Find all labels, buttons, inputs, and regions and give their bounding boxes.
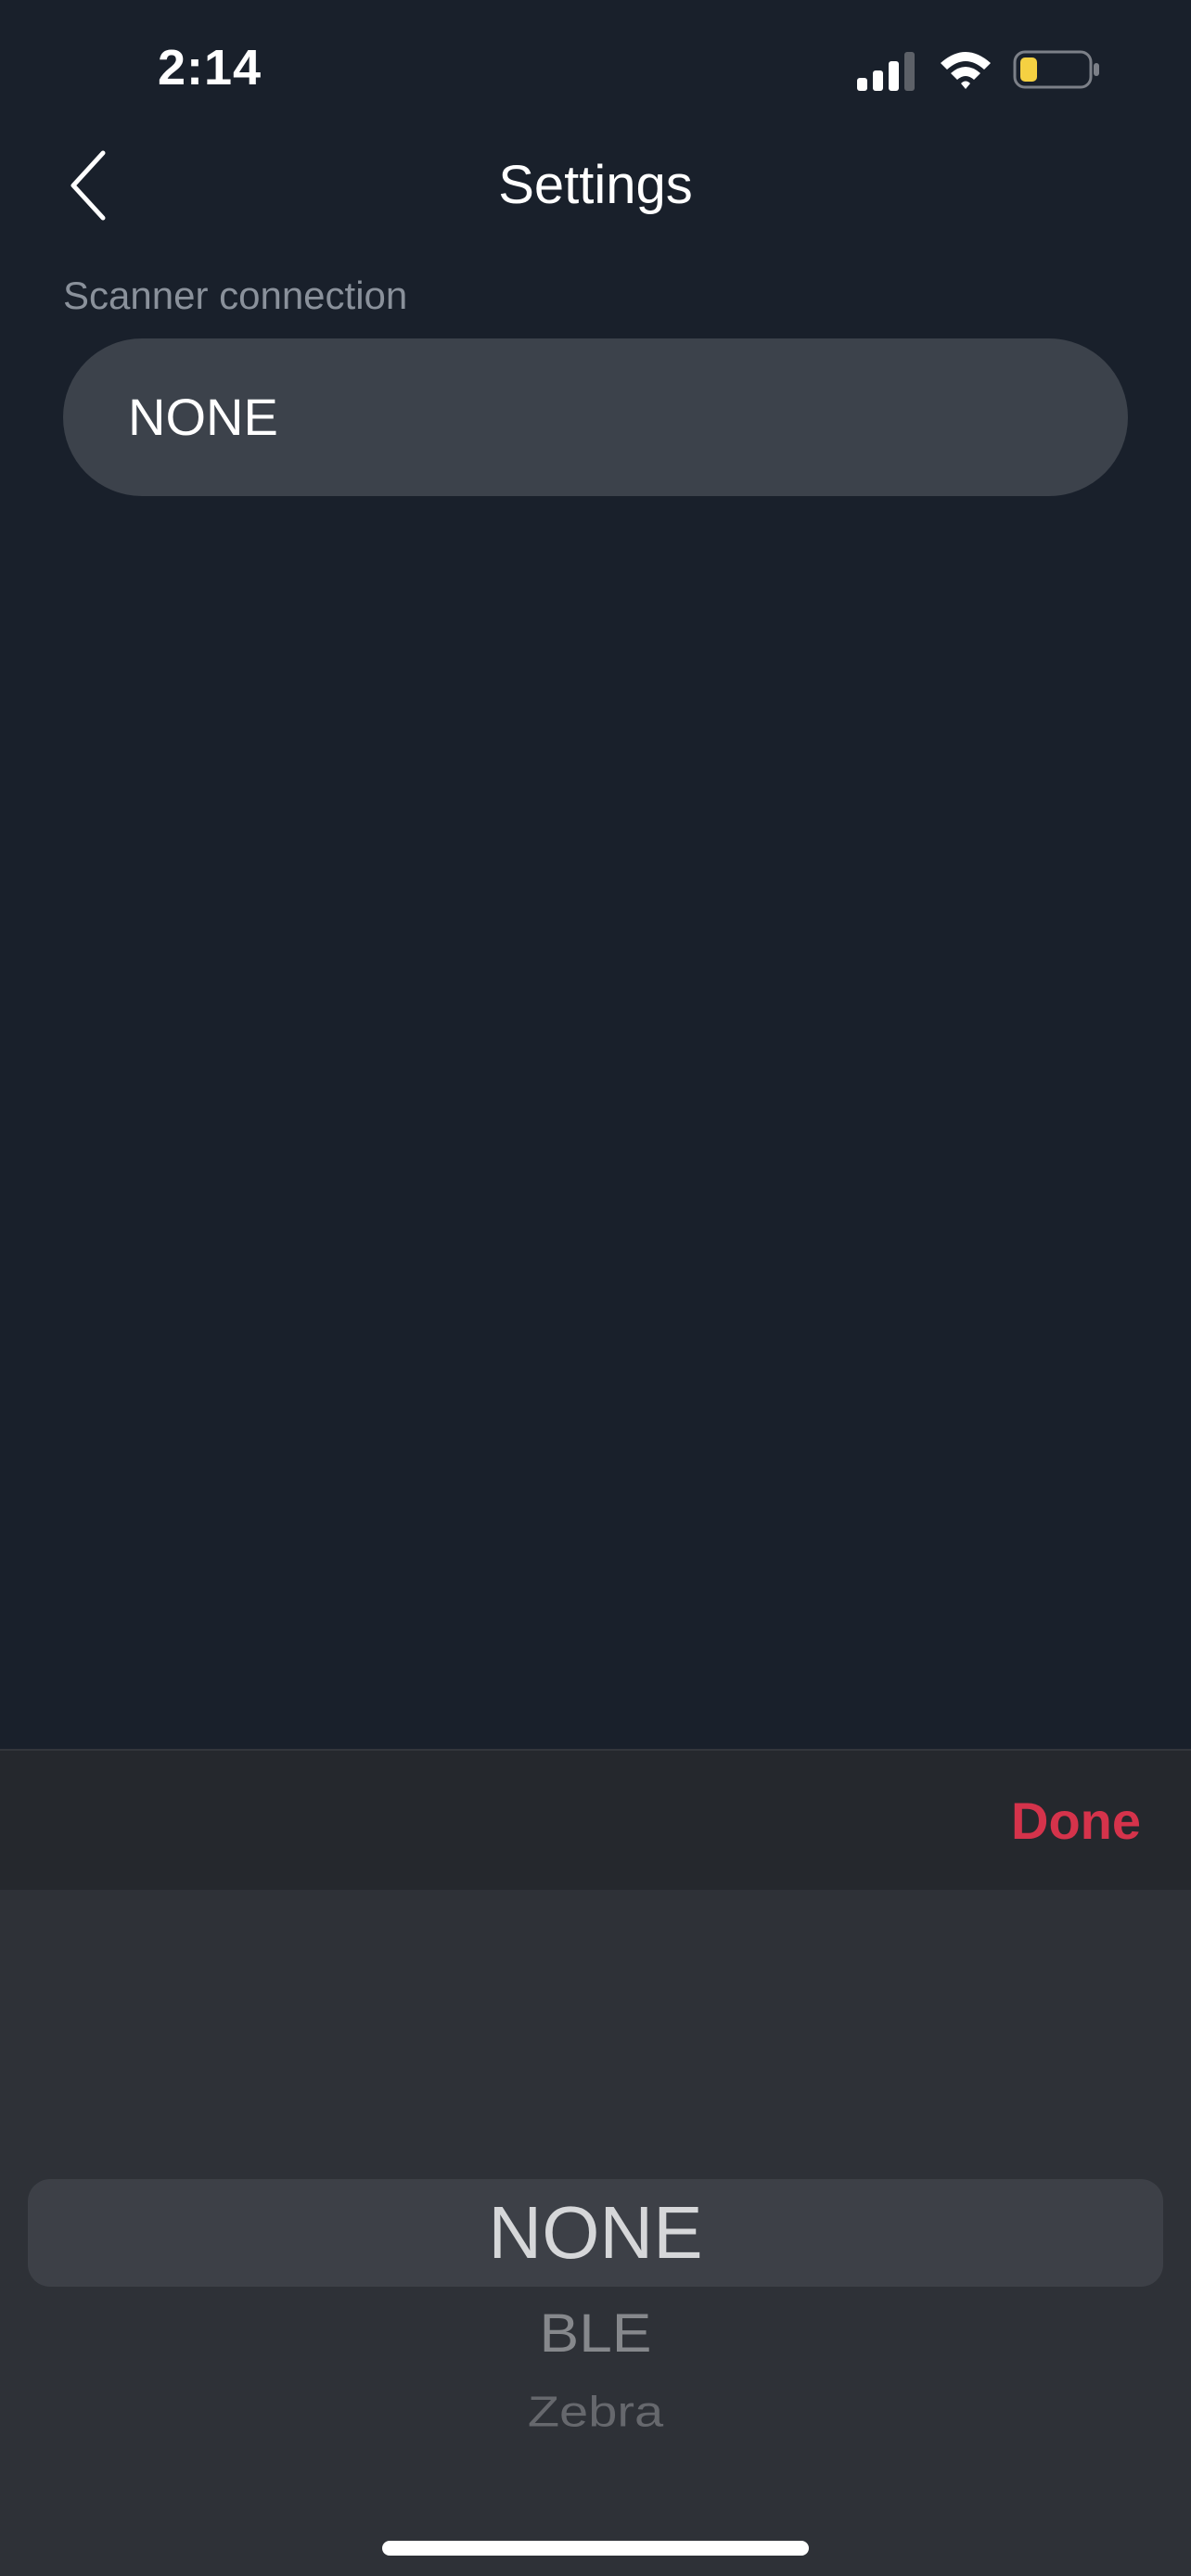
- back-button[interactable]: [46, 139, 130, 232]
- status-time: 2:14: [158, 40, 263, 96]
- done-button[interactable]: Done: [1011, 1751, 1141, 1892]
- scanner-connection-label: Scanner connection: [63, 274, 408, 317]
- signal-icon: [857, 52, 915, 91]
- status-bar: 2:14: [0, 0, 1191, 139]
- page-title: Settings: [498, 155, 693, 215]
- picker-sheet: Done NONE BLE Zebra: [0, 1749, 1191, 2576]
- picker-option-none[interactable]: NONE: [0, 2179, 1191, 2287]
- scanner-connection-value: NONE: [128, 388, 278, 446]
- settings-screen: 2:14 Settings Scanner connection NONE Do…: [0, 0, 1191, 2576]
- picker-option-zebra[interactable]: Zebra: [0, 2379, 1191, 2445]
- nav-bar: Settings: [0, 130, 1191, 250]
- picker-option-ble[interactable]: BLE: [0, 2290, 1191, 2376]
- scanner-connection-select[interactable]: NONE: [63, 338, 1128, 496]
- picker-toolbar: Done: [0, 1749, 1191, 1890]
- chevron-left-icon: [70, 150, 106, 221]
- home-indicator[interactable]: [382, 2541, 809, 2556]
- battery-icon: [1013, 50, 1099, 89]
- wifi-icon: [941, 52, 991, 89]
